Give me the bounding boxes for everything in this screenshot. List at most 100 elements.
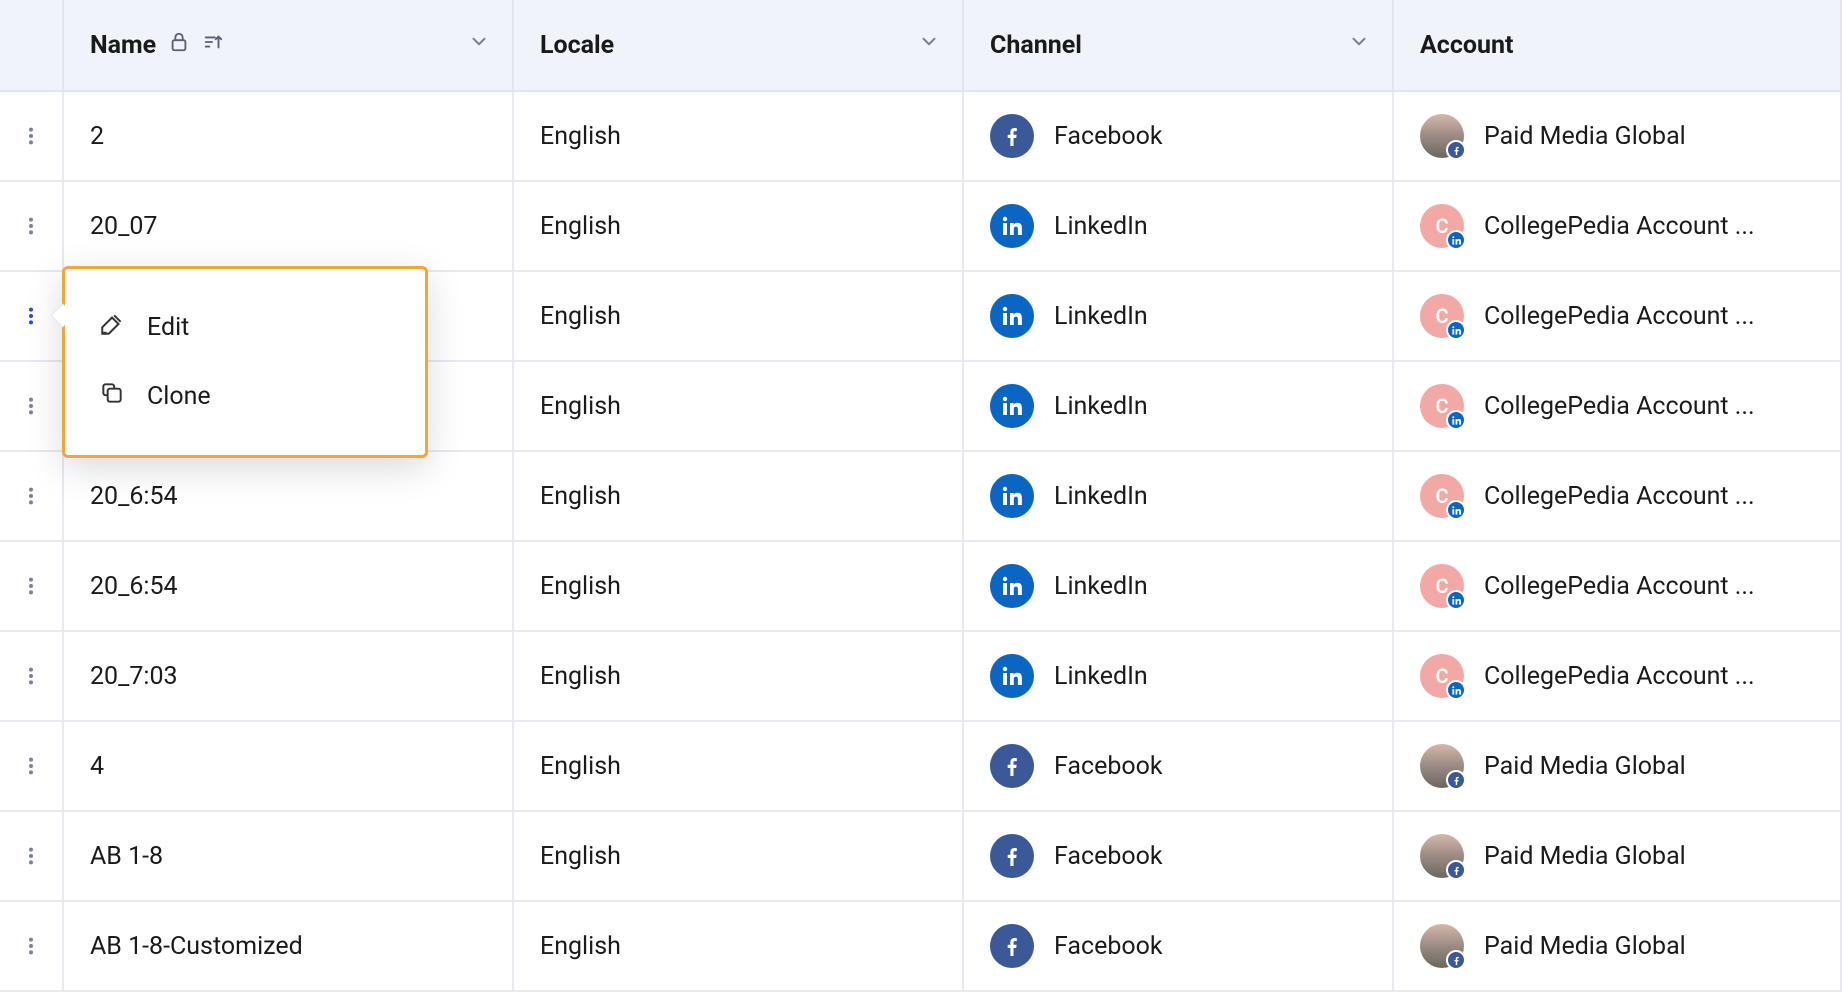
account-label: CollegePedia Account ... <box>1484 392 1755 421</box>
facebook-icon <box>1446 140 1466 160</box>
facebook-icon <box>990 114 1034 158</box>
channel-label: LinkedIn <box>1054 572 1148 601</box>
table-row[interactable]: 20_07EnglishLinkedInCCollegePedia Accoun… <box>0 182 1842 272</box>
row-actions-cell <box>0 182 64 272</box>
channel-label: Facebook <box>1054 932 1163 961</box>
cell-channel: Facebook <box>964 902 1394 992</box>
kebab-icon <box>20 931 42 961</box>
column-header-account[interactable]: Account <box>1394 0 1842 92</box>
account-avatar <box>1420 924 1464 968</box>
kebab-icon <box>20 211 42 241</box>
account-label: CollegePedia Account ... <box>1484 482 1755 511</box>
cell-account: CCollegePedia Account ... <box>1394 632 1842 722</box>
row-actions-cell <box>0 902 64 992</box>
menu-item-label: Edit <box>147 313 189 342</box>
menu-item-clone[interactable]: Clone <box>65 362 425 431</box>
account-avatar <box>1420 744 1464 788</box>
column-label: Channel <box>990 31 1082 60</box>
more-actions-button[interactable] <box>13 562 49 610</box>
chevron-down-icon[interactable] <box>1348 31 1370 60</box>
account-avatar: C <box>1420 384 1464 428</box>
cell-name: 2 <box>64 92 514 182</box>
kebab-icon <box>20 301 42 331</box>
account-avatar: C <box>1420 564 1464 608</box>
lock-icon <box>168 31 190 60</box>
kebab-icon <box>20 571 42 601</box>
cell-channel: LinkedIn <box>964 182 1394 272</box>
row-actions-cell <box>0 92 64 182</box>
table-row[interactable]: 20_6:54EnglishLinkedInCCollegePedia Acco… <box>0 542 1842 632</box>
chevron-down-icon[interactable] <box>918 31 940 60</box>
kebab-icon <box>20 391 42 421</box>
cell-locale: English <box>514 362 964 452</box>
data-table: Name Locale Channel Account 2EnglishFace… <box>0 0 1842 992</box>
channel-label: LinkedIn <box>1054 392 1148 421</box>
facebook-icon <box>990 834 1034 878</box>
account-label: Paid Media Global <box>1484 932 1686 961</box>
chevron-down-icon[interactable] <box>468 31 490 60</box>
account-label: Paid Media Global <box>1484 752 1686 781</box>
table-row[interactable]: AB 1-8EnglishFacebookPaid Media Global <box>0 812 1842 902</box>
more-actions-button[interactable] <box>13 652 49 700</box>
account-label: Paid Media Global <box>1484 122 1686 151</box>
menu-item-label: Clone <box>147 382 211 411</box>
column-header-name[interactable]: Name <box>64 0 514 92</box>
cell-channel: Facebook <box>964 92 1394 182</box>
account-label: CollegePedia Account ... <box>1484 572 1755 601</box>
more-actions-button[interactable] <box>13 742 49 790</box>
cell-account: C CollegePedia Account ... <box>1394 452 1842 542</box>
table-row[interactable]: 2EnglishFacebookPaid Media Global <box>0 92 1842 182</box>
sort-icon[interactable] <box>202 31 224 60</box>
column-label: Account <box>1420 31 1513 60</box>
account-avatar: C <box>1420 294 1464 338</box>
column-header-locale[interactable]: Locale <box>514 0 964 92</box>
more-actions-button[interactable] <box>13 292 49 340</box>
more-actions-button[interactable] <box>13 202 49 250</box>
cell-locale: English <box>514 632 964 722</box>
cell-name: AB 1-8 <box>64 812 514 902</box>
cell-channel: LinkedIn <box>964 272 1394 362</box>
kebab-icon <box>20 661 42 691</box>
cell-name: 4 <box>64 722 514 812</box>
more-actions-button[interactable] <box>13 112 49 160</box>
account-label: CollegePedia Account ... <box>1484 212 1755 241</box>
cell-account: Paid Media Global <box>1394 902 1842 992</box>
cell-account: CCollegePedia Account ... <box>1394 272 1842 362</box>
cell-channel: LinkedIn <box>964 542 1394 632</box>
column-header-actions <box>0 0 64 92</box>
facebook-icon <box>990 744 1034 788</box>
menu-item-edit[interactable]: Edit <box>65 293 425 362</box>
linkedin-icon <box>990 474 1034 518</box>
table-row[interactable]: 20_7:03EnglishLinkedInCCollegePedia Acco… <box>0 632 1842 722</box>
linkedin-icon <box>1446 230 1466 250</box>
cell-locale: English <box>514 272 964 362</box>
linkedin-icon <box>1446 500 1466 520</box>
kebab-icon <box>20 751 42 781</box>
account-label: CollegePedia Account ... <box>1484 662 1755 691</box>
more-actions-button[interactable] <box>13 382 49 430</box>
table-row[interactable]: 4EnglishFacebookPaid Media Global <box>0 722 1842 812</box>
linkedin-icon <box>1446 590 1466 610</box>
row-context-menu: Edit Clone <box>62 266 428 458</box>
cell-name: 20_7:03 <box>64 632 514 722</box>
account-avatar: C <box>1420 474 1464 518</box>
cell-locale: English <box>514 452 964 542</box>
facebook-icon <box>1446 950 1466 970</box>
cell-name: AB 1-8-Customized <box>64 902 514 992</box>
table-header-row: Name Locale Channel Account <box>0 0 1842 92</box>
cell-account: Paid Media Global <box>1394 722 1842 812</box>
more-actions-button[interactable] <box>13 472 49 520</box>
cell-locale: English <box>514 812 964 902</box>
channel-label: LinkedIn <box>1054 482 1148 511</box>
table-row[interactable]: 20_6:54EnglishLinkedInCCollegePedia Acco… <box>0 452 1842 542</box>
more-actions-button[interactable] <box>13 922 49 970</box>
cell-locale: English <box>514 722 964 812</box>
channel-label: Facebook <box>1054 122 1163 151</box>
table-row[interactable]: AB 1-8-CustomizedEnglishFacebookPaid Med… <box>0 902 1842 992</box>
more-actions-button[interactable] <box>13 832 49 880</box>
cell-channel: Facebook <box>964 812 1394 902</box>
linkedin-icon <box>990 294 1034 338</box>
column-header-channel[interactable]: Channel <box>964 0 1394 92</box>
facebook-icon <box>990 924 1034 968</box>
account-avatar <box>1420 114 1464 158</box>
